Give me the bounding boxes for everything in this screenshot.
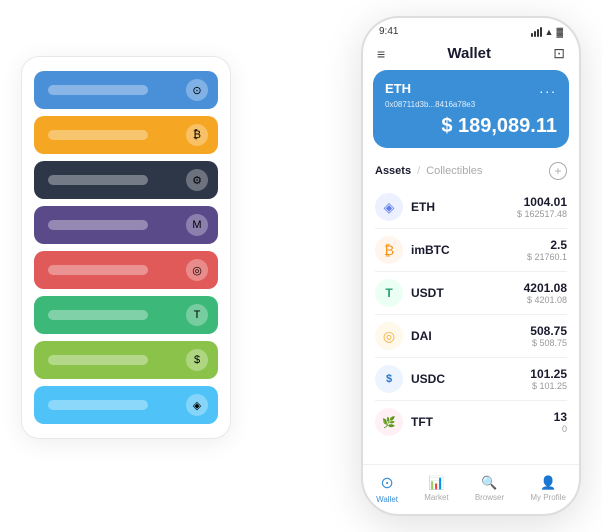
usdt-amount: 4201.08 — [524, 281, 567, 295]
card-icon-4: M — [186, 214, 208, 236]
eth-icon: ◈ — [375, 193, 403, 221]
card-text-2 — [48, 130, 148, 140]
battery-icon: ▓ — [556, 27, 563, 37]
tab-divider: / — [417, 165, 420, 177]
profile-nav-label: My Profile — [530, 493, 566, 502]
usdt-icon: T — [375, 279, 403, 307]
eth-balance-card[interactable]: ETH ... 0x08711d3b...8416a78e3 $ 189,089… — [373, 70, 569, 148]
card-icon-7: $ — [186, 349, 208, 371]
scene: ⊙ ₿ ⚙ M ◎ T $ ◈ — [21, 16, 581, 516]
market-nav-label: Market — [424, 493, 448, 502]
eth-card-label: ETH — [385, 81, 411, 96]
usdt-symbol: USDT — [411, 286, 524, 300]
usdt-values: 4201.08 $ 4201.08 — [524, 281, 567, 305]
tft-icon: 🌿 — [375, 408, 403, 436]
asset-item-usdc[interactable]: $ USDC 101.25 $ 101.25 — [375, 358, 567, 401]
card-item-8[interactable]: ◈ — [34, 386, 218, 424]
eth-values: 1004.01 $ 162517.48 — [517, 195, 567, 219]
usdc-usd: $ 101.25 — [530, 381, 567, 391]
dai-usd: $ 508.75 — [530, 338, 567, 348]
eth-usd: $ 162517.48 — [517, 209, 567, 219]
asset-item-tft[interactable]: 🌿 TFT 13 0 — [375, 401, 567, 443]
eth-card-top: ETH ... — [385, 80, 557, 96]
imbtc-amount: 2.5 — [527, 238, 567, 252]
wallet-nav-label: Wallet — [376, 495, 398, 504]
asset-item-dai[interactable]: ◎ DAI 508.75 $ 508.75 — [375, 315, 567, 358]
page-title: Wallet — [447, 45, 491, 62]
usdc-symbol: USDC — [411, 372, 530, 386]
status-bar: 9:41 ▲ ▓ — [363, 18, 579, 41]
tab-assets[interactable]: Assets — [375, 165, 411, 177]
menu-icon[interactable]: ≡ — [377, 46, 385, 62]
card-text-4 — [48, 220, 148, 230]
card-item-3[interactable]: ⚙ — [34, 161, 218, 199]
usdc-amount: 101.25 — [530, 367, 567, 381]
card-stack: ⊙ ₿ ⚙ M ◎ T $ ◈ — [21, 56, 231, 439]
card-icon-2: ₿ — [186, 124, 208, 146]
asset-list: ◈ ETH 1004.01 $ 162517.48 ₿ imBTC 2.5 $ … — [363, 186, 579, 464]
card-text-1 — [48, 85, 148, 95]
card-text-6 — [48, 310, 148, 320]
imbtc-symbol: imBTC — [411, 243, 527, 257]
card-item-4[interactable]: M — [34, 206, 218, 244]
asset-item-eth[interactable]: ◈ ETH 1004.01 $ 162517.48 — [375, 186, 567, 229]
nav-wallet[interactable]: ⊙ Wallet — [376, 473, 398, 504]
imbtc-icon: ₿ — [375, 236, 403, 264]
tft-usd: 0 — [554, 424, 567, 434]
assets-header: Assets / Collectibles + — [363, 158, 579, 186]
phone-header: ≡ Wallet ⊡ — [363, 41, 579, 70]
browser-nav-icon: 🔍 — [481, 475, 497, 491]
card-icon-5: ◎ — [186, 259, 208, 281]
market-nav-icon: 📊 — [428, 475, 444, 491]
eth-amount: 1004.01 — [517, 195, 567, 209]
signal-icon — [531, 27, 542, 37]
card-item-2[interactable]: ₿ — [34, 116, 218, 154]
tft-values: 13 0 — [554, 410, 567, 434]
status-icons: ▲ ▓ — [531, 27, 563, 37]
eth-address: 0x08711d3b...8416a78e3 — [385, 100, 557, 109]
profile-nav-icon: 👤 — [540, 475, 556, 491]
eth-card-menu-dots[interactable]: ... — [539, 80, 557, 96]
card-item-5[interactable]: ◎ — [34, 251, 218, 289]
dai-amount: 508.75 — [530, 324, 567, 338]
eth-symbol: ETH — [411, 200, 517, 214]
card-text-3 — [48, 175, 148, 185]
usdt-usd: $ 4201.08 — [524, 295, 567, 305]
expand-icon[interactable]: ⊡ — [553, 45, 565, 62]
dai-symbol: DAI — [411, 329, 530, 343]
add-asset-button[interactable]: + — [549, 162, 567, 180]
wifi-icon: ▲ — [545, 27, 554, 37]
tab-collectibles[interactable]: Collectibles — [426, 165, 482, 177]
card-icon-1: ⊙ — [186, 79, 208, 101]
asset-item-imbtc[interactable]: ₿ imBTC 2.5 $ 21760.1 — [375, 229, 567, 272]
imbtc-values: 2.5 $ 21760.1 — [527, 238, 567, 262]
nav-market[interactable]: 📊 Market — [424, 475, 448, 502]
card-text-8 — [48, 400, 148, 410]
clock: 9:41 — [379, 26, 398, 37]
eth-balance: $ 189,089.11 — [385, 115, 557, 138]
card-text-5 — [48, 265, 148, 275]
card-item-1[interactable]: ⊙ — [34, 71, 218, 109]
card-item-6[interactable]: T — [34, 296, 218, 334]
bottom-nav: ⊙ Wallet 📊 Market 🔍 Browser 👤 My Profile — [363, 464, 579, 514]
dai-values: 508.75 $ 508.75 — [530, 324, 567, 348]
usdc-icon: $ — [375, 365, 403, 393]
imbtc-usd: $ 21760.1 — [527, 252, 567, 262]
wallet-nav-icon: ⊙ — [380, 473, 393, 493]
usdc-values: 101.25 $ 101.25 — [530, 367, 567, 391]
dai-icon: ◎ — [375, 322, 403, 350]
card-icon-6: T — [186, 304, 208, 326]
card-icon-8: ◈ — [186, 394, 208, 416]
tft-symbol: TFT — [411, 415, 554, 429]
assets-tabs: Assets / Collectibles — [375, 165, 482, 177]
nav-profile[interactable]: 👤 My Profile — [530, 475, 566, 502]
asset-item-usdt[interactable]: T USDT 4201.08 $ 4201.08 — [375, 272, 567, 315]
card-icon-3: ⚙ — [186, 169, 208, 191]
browser-nav-label: Browser — [475, 493, 504, 502]
card-item-7[interactable]: $ — [34, 341, 218, 379]
phone-mockup: 9:41 ▲ ▓ ≡ Wallet ⊡ ETH ... — [361, 16, 581, 516]
card-text-7 — [48, 355, 148, 365]
nav-browser[interactable]: 🔍 Browser — [475, 475, 504, 502]
tft-amount: 13 — [554, 410, 567, 424]
